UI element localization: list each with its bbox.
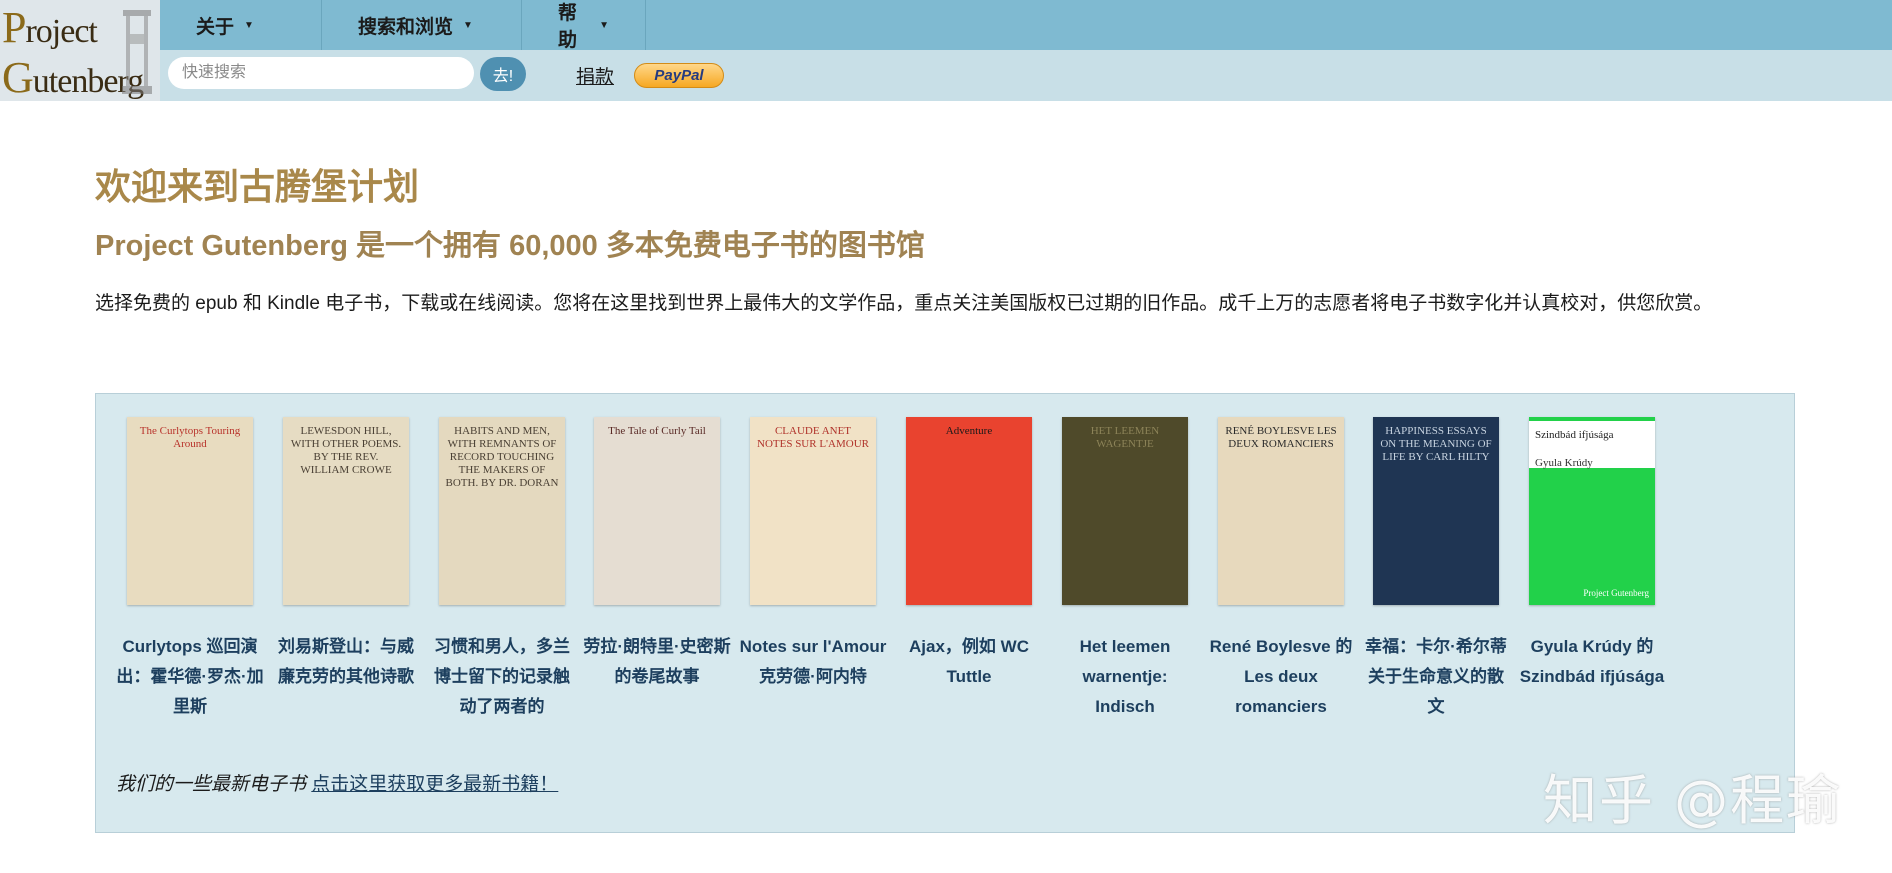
book-cover-image[interactable]: LEWESDON HILL, WITH OTHER POEMS. BY THE … <box>283 417 409 605</box>
zhihu-watermark: 知乎 @程瑜 <box>1543 769 1843 832</box>
book-title-link[interactable]: Notes sur l'Amour 克劳德·阿内特 <box>735 632 891 692</box>
donate-link[interactable]: 捐款 <box>576 62 614 89</box>
book-cover-image[interactable]: The Tale of Curly Tail <box>594 417 720 605</box>
book-cover-text: The Curlytops Touring Around <box>139 425 241 450</box>
latest-books-panel: The Curlytops Touring Around Curlytops 巡回… <box>95 393 1795 833</box>
top-nav-bar: 关于 ▼ 搜索和浏览 ▼ 帮助 ▼ <box>160 0 1892 51</box>
page-title: 欢迎来到古腾堡计划 <box>95 166 420 207</box>
book-title-link[interactable]: 刘易斯登山：与威廉克劳的其他诗歌 <box>268 632 424 692</box>
book-title-link[interactable]: 劳拉·朗特里·史密斯的卷尾故事 <box>579 632 735 692</box>
project-gutenberg-logo[interactable]: Project Gutenberg <box>0 0 160 101</box>
caret-down-icon: ▼ <box>599 19 609 31</box>
page-subtitle: Project Gutenberg 是一个拥有 60,000 多本免费电子书的图… <box>95 230 925 262</box>
more-latest-books-link[interactable]: 点击这里获取更多最新书籍！ <box>311 774 558 795</box>
book-cover-image[interactable]: HET LEEMEN WAGENTJE <box>1062 417 1188 605</box>
book-card[interactable]: HABITS AND MEN, WITH REMNANTS OF RECORD … <box>424 417 580 722</box>
paypal-button[interactable]: PayPal <box>634 63 724 88</box>
book-card[interactable]: Szindbád ifjúsága Gyula Krúdy Project Gute… <box>1514 417 1670 692</box>
book-title-link[interactable]: Het leemen warnentje: Indisch <box>1047 632 1203 722</box>
book-card[interactable]: The Tale of Curly Tail 劳拉·朗特里·史密斯的卷尾故事 <box>579 417 735 692</box>
book-cover-image[interactable]: The Curlytops Touring Around <box>127 417 253 605</box>
menu-about[interactable]: 关于 ▼ <box>160 0 322 50</box>
book-title-link[interactable]: 幸福：卡尔·希尔蒂关于生命意义的散文 <box>1358 632 1514 722</box>
caret-down-icon: ▼ <box>244 19 254 31</box>
book-cover-text: CLAUDE ANET NOTES SUR L'AMOUR <box>757 425 869 450</box>
quick-search-input[interactable] <box>168 57 474 89</box>
book-title-link[interactable]: 习惯和男人，多兰博士留下的记录触动了两者的 <box>424 632 580 722</box>
menu-help[interactable]: 帮助 ▼ <box>522 0 646 51</box>
book-cover-text: Adventure <box>945 425 993 437</box>
book-cover-text: The Tale of Curly Tail <box>608 425 706 437</box>
book-cover-author: Gyula Krúdy <box>1535 457 1593 469</box>
logo-line-1: Project <box>2 3 98 52</box>
book-title-link[interactable]: Curlytops 巡回演出：霍华德·罗杰·加里斯 <box>112 632 268 722</box>
latest-books-text: 我们的一些最新电子书 <box>116 774 307 795</box>
book-title-link[interactable]: Ajax，例如 WC Tuttle <box>891 632 1047 692</box>
book-title-link[interactable]: Gyula Krúdy 的 Szindbád ifjúsága <box>1514 632 1670 692</box>
book-cover-image[interactable]: Adventure <box>906 417 1032 605</box>
book-cover-image[interactable]: Szindbád ifjúsága Gyula Krúdy Project Gute… <box>1529 417 1655 605</box>
latest-books-caption: 我们的一些最新电子书 点击这里获取更多最新书籍！ <box>116 769 558 796</box>
caret-down-icon: ▼ <box>463 19 473 31</box>
book-card[interactable]: CLAUDE ANET NOTES SUR L'AMOUR Notes sur l… <box>735 417 891 692</box>
menu-search-browse-label: 搜索和浏览 <box>358 16 454 38</box>
book-card[interactable]: The Curlytops Touring Around Curlytops 巡回… <box>112 417 268 722</box>
book-cover-image[interactable]: HABITS AND MEN, WITH REMNANTS OF RECORD … <box>439 417 565 605</box>
book-cover-text: HAPPINESS ESSAYS ON THE MEANING OF LIFE … <box>1380 425 1492 463</box>
book-card[interactable]: RENÉ BOYLESVE LES DEUX ROMANCIERS René Bo… <box>1203 417 1359 722</box>
intro-text: 选择免费的 epub 和 Kindle 电子书，下载或在线阅读。您将在这里找到世… <box>95 293 1713 314</box>
printing-press-icon <box>122 10 152 94</box>
book-cover-text: HET LEEMEN WAGENTJE <box>1090 425 1160 450</box>
book-cover-image[interactable]: CLAUDE ANET NOTES SUR L'AMOUR <box>750 417 876 605</box>
book-card[interactable]: LEWESDON HILL, WITH OTHER POEMS. BY THE … <box>268 417 424 692</box>
book-card[interactable]: Adventure Ajax，例如 WC Tuttle <box>891 417 1047 692</box>
book-cover-text: LEWESDON HILL, WITH OTHER POEMS. BY THE … <box>290 425 402 476</box>
book-cover-image[interactable]: RENÉ BOYLESVE LES DEUX ROMANCIERS <box>1218 417 1344 605</box>
search-bar: 去! 捐款 PayPal <box>160 50 1892 101</box>
menu-search-browse[interactable]: 搜索和浏览 ▼ <box>322 0 522 50</box>
book-cover-text: HABITS AND MEN, WITH REMNANTS OF RECORD … <box>445 425 559 489</box>
book-cover-text: RENÉ BOYLESVE LES DEUX ROMANCIERS <box>1225 425 1337 450</box>
book-cover-image[interactable]: HAPPINESS ESSAYS ON THE MEANING OF LIFE … <box>1373 417 1499 605</box>
book-cover-badge: Project Gutenberg <box>1583 588 1649 598</box>
menu-help-label: 帮助 <box>558 3 578 51</box>
book-card[interactable]: HET LEEMEN WAGENTJE Het leemen warnentje:… <box>1047 417 1203 722</box>
menu-about-label: 关于 <box>196 16 235 38</box>
search-go-button[interactable]: 去! <box>480 57 526 91</box>
book-card[interactable]: HAPPINESS ESSAYS ON THE MEANING OF LIFE … <box>1358 417 1514 722</box>
book-title-link[interactable]: René Boylesve 的 Les deux romanciers <box>1203 632 1359 722</box>
